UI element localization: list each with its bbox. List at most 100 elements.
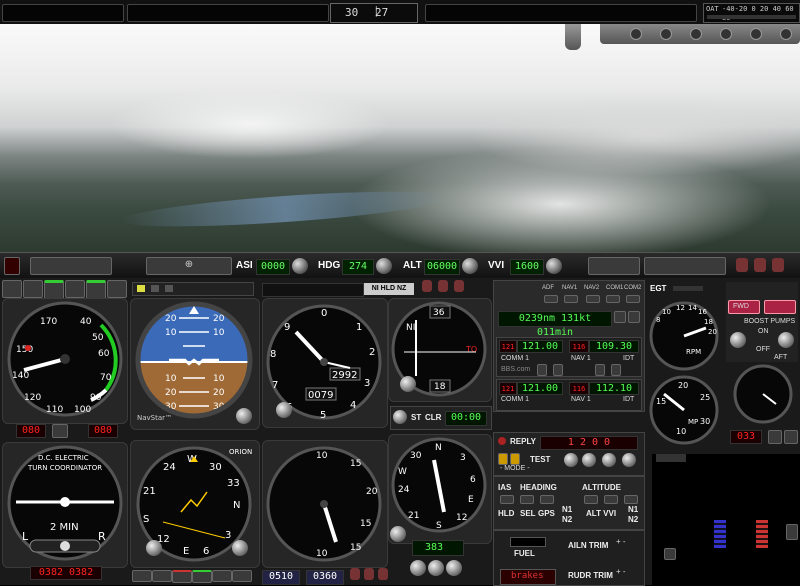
overhead-knob[interactable] <box>750 28 762 40</box>
audio-switch[interactable] <box>606 295 620 303</box>
ap-mode-heading[interactable]: HEADING <box>520 483 557 492</box>
ap-mode-n1b[interactable]: N1 <box>628 505 638 514</box>
nav1-tune-knob[interactable] <box>595 364 605 376</box>
ap-hdg-knob[interactable] <box>376 258 392 274</box>
switch[interactable] <box>364 568 374 580</box>
ap-mode-button[interactable] <box>604 495 618 504</box>
overhead-knob[interactable] <box>660 28 672 40</box>
ap-mode-n1[interactable]: N1 <box>562 505 572 514</box>
ap-mode-gps[interactable]: GPS <box>538 509 555 518</box>
ap-mode-ias[interactable]: IAS <box>498 483 511 492</box>
switch-button[interactable] <box>212 570 232 582</box>
ap-asi-knob[interactable] <box>292 258 308 274</box>
nav1-tune-knob[interactable] <box>611 364 621 376</box>
clock-st-button[interactable]: ST <box>411 413 421 422</box>
attitude-adjust-knob[interactable] <box>236 408 252 424</box>
clock-clr-button[interactable]: CLR <box>425 413 441 422</box>
ap-switch[interactable] <box>754 258 766 272</box>
ap-alt-knob[interactable] <box>462 258 478 274</box>
engine-button[interactable] <box>768 430 782 444</box>
switch-button[interactable] <box>23 280 43 298</box>
boost-pump-fwd[interactable]: FWD <box>728 300 760 314</box>
switch[interactable] <box>454 280 464 292</box>
squawk-knob[interactable] <box>564 453 578 467</box>
audio-switch[interactable] <box>626 295 640 303</box>
ap-mode-altvvi[interactable]: ALT VVI <box>586 509 616 518</box>
switch-button[interactable] <box>65 280 85 298</box>
clock-knob[interactable] <box>393 410 407 424</box>
switch-button[interactable] <box>232 570 252 582</box>
transponder-mode-button[interactable] <box>510 453 520 465</box>
quadrant-button[interactable] <box>786 524 798 540</box>
view-selector[interactable] <box>30 257 112 275</box>
ap-mode-altitude[interactable]: ALTITUDE <box>582 483 621 492</box>
ap-asi-label: ASI <box>236 260 253 271</box>
ap-mode-hld[interactable]: HLD <box>498 509 514 518</box>
adf-knob[interactable] <box>390 526 406 542</box>
hsi-heading-bug-knob[interactable] <box>146 540 162 556</box>
squawk-knob[interactable] <box>582 453 596 467</box>
transponder-test-button[interactable]: TEST <box>530 455 550 464</box>
engine-button[interactable] <box>784 430 798 444</box>
switch[interactable] <box>378 568 388 580</box>
ailn-trim-buttons[interactable]: + - <box>616 537 626 546</box>
audio-switch[interactable] <box>564 295 578 303</box>
comnav1-radio: 121 121.00 116 109.30 COMM 1 NAV 1 IDT B… <box>496 337 642 377</box>
squawk-knob[interactable] <box>622 453 636 467</box>
rudr-trim-buttons[interactable]: + - <box>616 567 626 576</box>
overhead-knob[interactable] <box>630 28 642 40</box>
ap-mode-sel[interactable]: SEL <box>520 509 536 518</box>
obs-knob[interactable] <box>400 376 416 392</box>
switch[interactable] <box>422 280 432 292</box>
quadrant-button[interactable] <box>664 548 676 560</box>
audio-switch[interactable] <box>544 295 558 303</box>
nav1-id-button[interactable]: IDT <box>623 355 634 362</box>
switch[interactable] <box>438 280 448 292</box>
nav2-id-button[interactable]: IDT <box>623 396 634 403</box>
overhead-knob[interactable] <box>780 28 792 40</box>
ap-mode-button[interactable] <box>520 495 534 504</box>
switch-button[interactable] <box>86 280 106 300</box>
com1-tune-knob[interactable] <box>553 364 563 376</box>
mixture-lever[interactable] <box>756 520 768 548</box>
ap-mode-n2[interactable]: N2 <box>562 515 572 524</box>
ap-switch[interactable] <box>736 258 748 272</box>
prop-lever[interactable] <box>714 520 726 548</box>
overhead-knob[interactable] <box>690 28 702 40</box>
switch-button[interactable] <box>132 570 152 582</box>
overhead-knob[interactable] <box>720 28 732 40</box>
adf-tune-knob[interactable] <box>410 560 426 576</box>
altimeter-baro-knob[interactable] <box>276 402 292 418</box>
com1-tune-knob[interactable] <box>537 364 547 376</box>
boost-switch-right[interactable] <box>778 332 794 348</box>
ap-mode-button[interactable] <box>624 495 638 504</box>
audio-switch[interactable] <box>586 295 600 303</box>
ap-mode-button[interactable] <box>500 495 514 504</box>
hsi-course-knob[interactable] <box>232 540 248 556</box>
switch-button[interactable] <box>172 570 192 583</box>
switch-button[interactable] <box>2 280 22 298</box>
gps-button[interactable] <box>628 311 640 323</box>
adf-tune-knob[interactable] <box>446 560 462 576</box>
switch[interactable] <box>350 568 360 580</box>
asi-button[interactable] <box>52 424 68 438</box>
panel-slot[interactable] <box>588 257 640 275</box>
ap-mode-n2b[interactable]: N2 <box>628 515 638 524</box>
switch-button[interactable] <box>44 280 64 300</box>
squawk-knob[interactable] <box>602 453 616 467</box>
ap-switch[interactable] <box>772 258 784 272</box>
boost-pump-aft-button[interactable] <box>764 300 796 314</box>
ap-vvi-knob[interactable] <box>546 258 562 274</box>
switch-button[interactable] <box>107 280 127 298</box>
panel-slot[interactable] <box>644 257 726 275</box>
gps-button[interactable] <box>614 311 626 323</box>
adf-tune-knob[interactable] <box>428 560 444 576</box>
ap-mode-button[interactable] <box>584 495 598 504</box>
ap-mode-button[interactable] <box>540 495 554 504</box>
switch-button[interactable] <box>192 570 212 583</box>
view-add-button[interactable]: ⊕ <box>146 257 232 275</box>
panel-toggle-button[interactable] <box>4 257 20 275</box>
transponder-mode-button[interactable] <box>498 453 508 465</box>
switch-button[interactable] <box>152 570 172 582</box>
boost-switch-left[interactable] <box>730 332 746 348</box>
